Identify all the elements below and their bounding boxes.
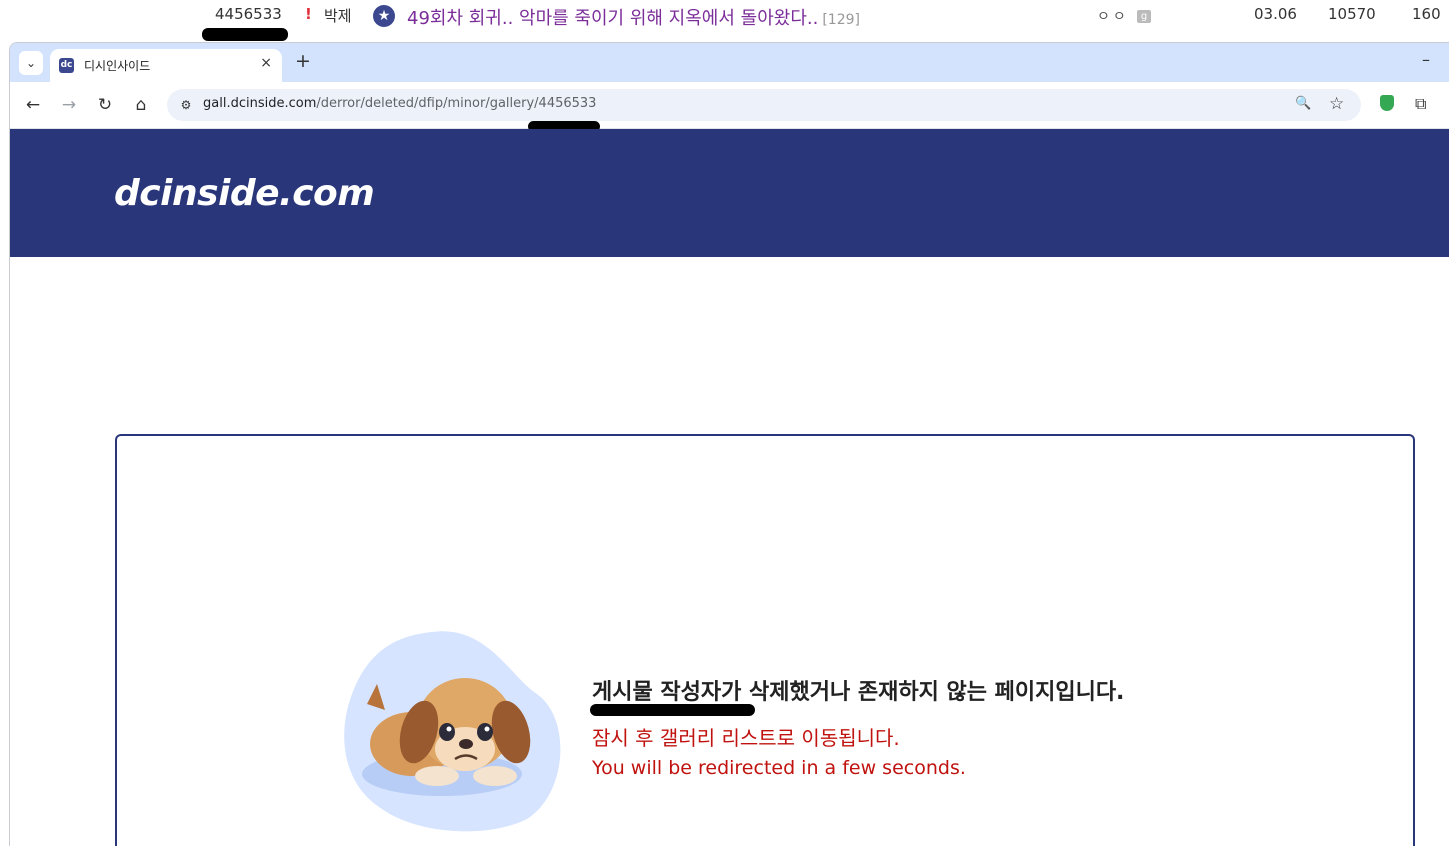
post-date: 03.06 (1254, 5, 1297, 23)
back-button[interactable]: ← (22, 94, 44, 116)
site-logo[interactable]: dcinside.com (114, 173, 375, 214)
site-header: dcinside.com (10, 129, 1449, 257)
comment-count: [129] (822, 12, 860, 28)
post-recommends: 160 (1412, 5, 1441, 23)
tab-title: 디시인사이드 (84, 59, 151, 73)
close-icon[interactable]: × (260, 55, 272, 71)
browser-toolbar: ← → ↻ ⌂ ⚙ gall.dcinside.com/derror/delet… (10, 82, 1449, 132)
redirect-notice-english: You will be redirected in a few seconds. (592, 757, 966, 779)
post-title-link[interactable]: 49회차 회귀.. 악마를 죽이기 위해 지옥에서 돌아왔다.. [129] (407, 4, 860, 30)
reload-button[interactable]: ↻ (94, 94, 116, 116)
new-tab-button[interactable]: + (295, 50, 311, 72)
fixed-nick-icon: g (1137, 10, 1151, 23)
url-text[interactable]: gall.dcinside.com/derror/deleted/dfip/mi… (203, 96, 596, 111)
minimize-button[interactable]: – (1422, 50, 1430, 69)
shield-extension-icon[interactable] (1380, 95, 1394, 111)
address-bar[interactable]: ⚙ gall.dcinside.com/derror/deleted/dfip/… (167, 89, 1361, 121)
redirect-notice-korean: 잠시 후 갤러리 리스트로 이동됩니다. (592, 726, 900, 750)
redaction-scribble (202, 28, 288, 41)
dcinside-favicon-icon: dc (59, 58, 74, 73)
tab-strip: ⌄ dc 디시인사이드 × + – (10, 43, 1449, 82)
site-info-icon[interactable]: ⚙ (175, 94, 197, 116)
tab-dcinside[interactable]: dc 디시인사이드 × (50, 49, 282, 82)
url-domain: gall.dcinside.com (203, 96, 317, 111)
url-path: /derror/deleted/dfip/minor/gallery/44565… (316, 96, 597, 111)
post-category: 박제 (324, 7, 352, 25)
post-author[interactable]: ㅇㅇ (1097, 6, 1129, 26)
redaction-scribble (590, 704, 755, 716)
forward-button[interactable]: → (58, 94, 80, 116)
sad-puppy-illustration (344, 631, 561, 832)
extensions-puzzle-icon[interactable]: ⧉ (1415, 94, 1426, 114)
error-box: 게시물 작성자가 삭제했거나 존재하지 않는 페이지입니다. 잠시 후 갤러리 … (115, 434, 1415, 846)
background-gallery-row: 4456533 ! 박제 ★ 49회차 회귀.. 악마를 죽이기 위해 지옥에서… (0, 0, 1449, 41)
browser-window: ⌄ dc 디시인사이드 × + – ← → ↻ ⌂ ⚙ gall.dcinsid… (9, 42, 1449, 846)
bookmark-star-icon[interactable]: ☆ (1329, 94, 1344, 114)
star-badge-icon: ★ (373, 5, 395, 27)
home-button[interactable]: ⌂ (130, 94, 152, 116)
alert-mark: ! (305, 5, 312, 23)
zoom-icon[interactable]: 🔍 (1295, 96, 1311, 111)
post-number: 4456533 (215, 5, 282, 23)
post-views: 10570 (1328, 5, 1376, 23)
post-title-text: 49회차 회귀.. 악마를 죽이기 위해 지옥에서 돌아왔다.. (407, 8, 819, 29)
error-message: 게시물 작성자가 삭제했거나 존재하지 않는 페이지입니다. (592, 680, 1125, 705)
tab-search-button[interactable]: ⌄ (19, 51, 43, 75)
